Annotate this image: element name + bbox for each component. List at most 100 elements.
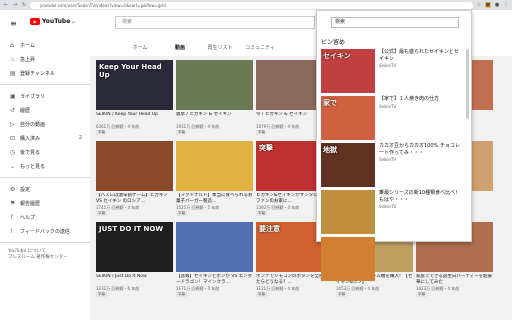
tab-3[interactable]: コミュニティ [240,44,280,51]
video-meta: 1053万 回視聴・4 年前 [336,286,380,291]
video-thumbnail[interactable]: JUST DO IT NOW [96,222,173,272]
back-icon[interactable]: ← [3,2,9,8]
pinned-video-item[interactable]: 乗最シリーズの新10種類食べ比べ！もはや・・・ SeikinTV [321,190,469,236]
pinned-video-channel: SeikinTV [379,204,397,209]
forward-icon[interactable]: → [12,2,18,8]
video-meta: 1023万 回視聴・4 年前 [416,286,460,291]
sidebar-divider [0,84,90,85]
video-title[interactable]: 【ハズレは激辛罰ゲーム】ヒカキン VS セイキン のロシア... [96,193,173,205]
tab-1[interactable]: 動画 [160,44,200,51]
video-thumbnail[interactable] [176,60,253,110]
sidebar-item[interactable]: ▣ ライブラリ [0,89,90,103]
sidebar-item[interactable]: ⌄ もっと見る [0,159,90,173]
sidebar-item-label: 後で見る [20,149,41,156]
sidebar-item[interactable]: ⚑ 報告履歴 [0,196,90,210]
video-title[interactable]: 雑草 / ヒカキン & セイキン [176,112,253,124]
search-input[interactable]: 検索 [115,16,315,29]
video-meta: 1231万 回視聴・6 年前 [96,286,140,291]
video-meta: 1121万 回視聴・4 年前 [256,286,300,291]
popup-search-input[interactable]: 検索 [331,17,459,28]
cc-badge: 字幕 [176,211,187,216]
hamburger-icon[interactable]: ≡ [10,19,17,28]
pinned-video-channel: SeikinTV [379,103,397,109]
cc-badge: 字幕 [176,130,187,135]
video-title[interactable]: SEIKIN / Just Do It Now [96,274,173,286]
video-meta: 1525万 回視聴・5 年前 [176,205,220,210]
pinned-video-text [379,237,463,283]
pinned-video-title[interactable]: 【家で】１人焼き肉の仕方 [379,96,463,103]
video-card[interactable]: 【マクドナルド】本当に食べられるお菓子バーガー製造... 1525万 回視聴・5 … [176,141,253,216]
sidebar-item-label: 履歴 [20,107,31,114]
sidebar-item[interactable]: ▤ 登録チャンネル [0,66,90,80]
video-title[interactable]: 【悲報】セイキンとポンが VS エンダードラゴン！マインクラ... [176,274,253,286]
extension-icon[interactable]: ■ [485,2,491,8]
popup-scrollbar[interactable] [466,49,469,119]
pinned-video-item[interactable] [321,237,469,283]
cc-badge: 字幕 [336,292,347,297]
pinned-video-item[interactable]: セイキン 【公式】最も盛られたセイキンとセイキン SeikinTV [321,49,469,95]
pinned-video-title[interactable]: 【公式】最も盛られたセイキンとセイキン [379,49,463,62]
profile-icon[interactable]: ● [494,2,500,8]
sidebar-item[interactable]: ⚙ 設定 [0,182,90,196]
pinned-video-thumbnail[interactable]: 地獄 [321,143,375,187]
video-card[interactable]: JUST DO IT NOW SEIKIN / Just Do It Now 123… [96,222,173,297]
pinned-video-thumbnail[interactable]: 家で [321,96,375,140]
pinned-video-title[interactable]: 乗最シリーズの新10種類食べ比べ！もはや・・・ [379,190,463,203]
pinned-video-thumbnail[interactable] [321,237,375,281]
sidebar-item-label: 急上昇 [20,56,36,63]
youtube-logo[interactable]: ▶ YouTube JP [30,18,75,25]
sidebar-item[interactable]: ? ヘルプ [0,210,90,224]
sidebar-item[interactable]: ◷ 後で見る [0,145,90,159]
cc-badge: 字幕 [256,130,267,135]
video-meta: 1741万 回視聴・4 年前 [96,205,140,210]
video-card[interactable]: 【悲報】セイキンとポンが VS エンダードラゴン！マインクラ... 1171万 回… [176,222,253,297]
sidebar-item[interactable]: ▷ 自分の動画 [0,117,90,131]
sidebar-item[interactable]: ! フィードバックの送信 [0,224,90,238]
sidebar-item-label: 購入済み [20,135,41,142]
purchases-icon: ⊡ [10,134,16,142]
pinned-video-item[interactable]: 家で 【家で】１人焼き肉の仕方 SeikinTV [321,96,469,142]
sidebar-footer-link[interactable]: プレスルーム 著作権センター [0,255,90,261]
video-card[interactable]: 【ハズレは激辛罰ゲーム】ヒカキン VS セイキン のロシア... 1741万 回視… [96,141,173,216]
expand-icon: ⌄ [10,162,16,170]
video-meta: 6361万 回視聴・4 年前 [96,124,140,129]
menu-icon[interactable]: ⋮ [503,2,509,8]
cc-badge: 字幕 [256,292,267,297]
video-title[interactable]: 【マクドナルド】本当に食べられるお菓子バーガー製造... [176,193,253,205]
sidebar-item[interactable]: ↺ 履歴 [0,103,90,117]
star-icon[interactable]: ☆ [476,2,482,8]
watch-later-icon: ◷ [10,148,16,156]
logo-text: YouTube [42,18,71,25]
video-card[interactable]: Keep Your Head Up SEIKIN / Keep Your Head… [96,60,173,135]
pinned-video-channel: SeikinTV [379,157,397,162]
video-title[interactable]: SEIKIN / Keep Your Head Up [96,112,173,124]
video-thumbnail[interactable]: Keep Your Head Up [96,60,173,110]
cc-badge: 字幕 [96,292,107,297]
sidebar-item[interactable]: ⌂ ホーム [0,38,90,52]
home-icon: ⌂ [10,41,14,49]
pinned-video-title[interactable]: カカオ豆からカカオ100% チョコレート作ってみ・・・ [379,143,463,156]
pinned-video-item[interactable]: 地獄 カカオ豆からカカオ100% チョコレート作ってみ・・・ SeikinTV [321,143,469,189]
sidebar-item[interactable]: ⊡ 購入済み 2 [0,131,90,145]
sidebar-item-label: 登録チャンネル [20,70,55,77]
help-icon: ? [10,213,14,221]
reload-icon[interactable]: ↻ [21,2,27,8]
pinned-video-thumbnail[interactable] [321,190,375,234]
tab-0[interactable]: ホーム [120,44,160,51]
cc-badge: 字幕 [256,211,267,216]
tab-2[interactable]: 再生リスト [200,44,240,51]
report-history-icon: ⚑ [10,199,16,207]
sidebar-divider [0,242,90,243]
thumbnail-caption: JUST DO IT NOW [99,225,164,233]
cc-badge: 字幕 [176,292,187,297]
video-thumbnail[interactable] [96,141,173,191]
video-thumbnail[interactable] [176,141,253,191]
address-bar[interactable]: youtube.com/user/SeikinTV/videos?view=0&… [30,1,473,9]
pinned-video-thumbnail[interactable]: セイキン [321,49,375,93]
video-card[interactable]: 雑草 / ヒカキン & セイキン 1931万 回視聴・4 年前 字幕 [176,60,253,135]
sidebar-item[interactable]: ♨ 急上昇 [0,52,90,66]
subscriptions-icon: ▤ [10,69,16,77]
thumbnail-caption: 家で [323,99,337,107]
sidebar: ⌂ ホーム ♨ 急上昇 ▤ 登録チャンネル ▣ ライブラリ ↺ 履歴 ▷ 自分の動画 ⊡ 購入済み 2 ◷ 後で… [0,38,90,320]
video-thumbnail[interactable] [176,222,253,272]
